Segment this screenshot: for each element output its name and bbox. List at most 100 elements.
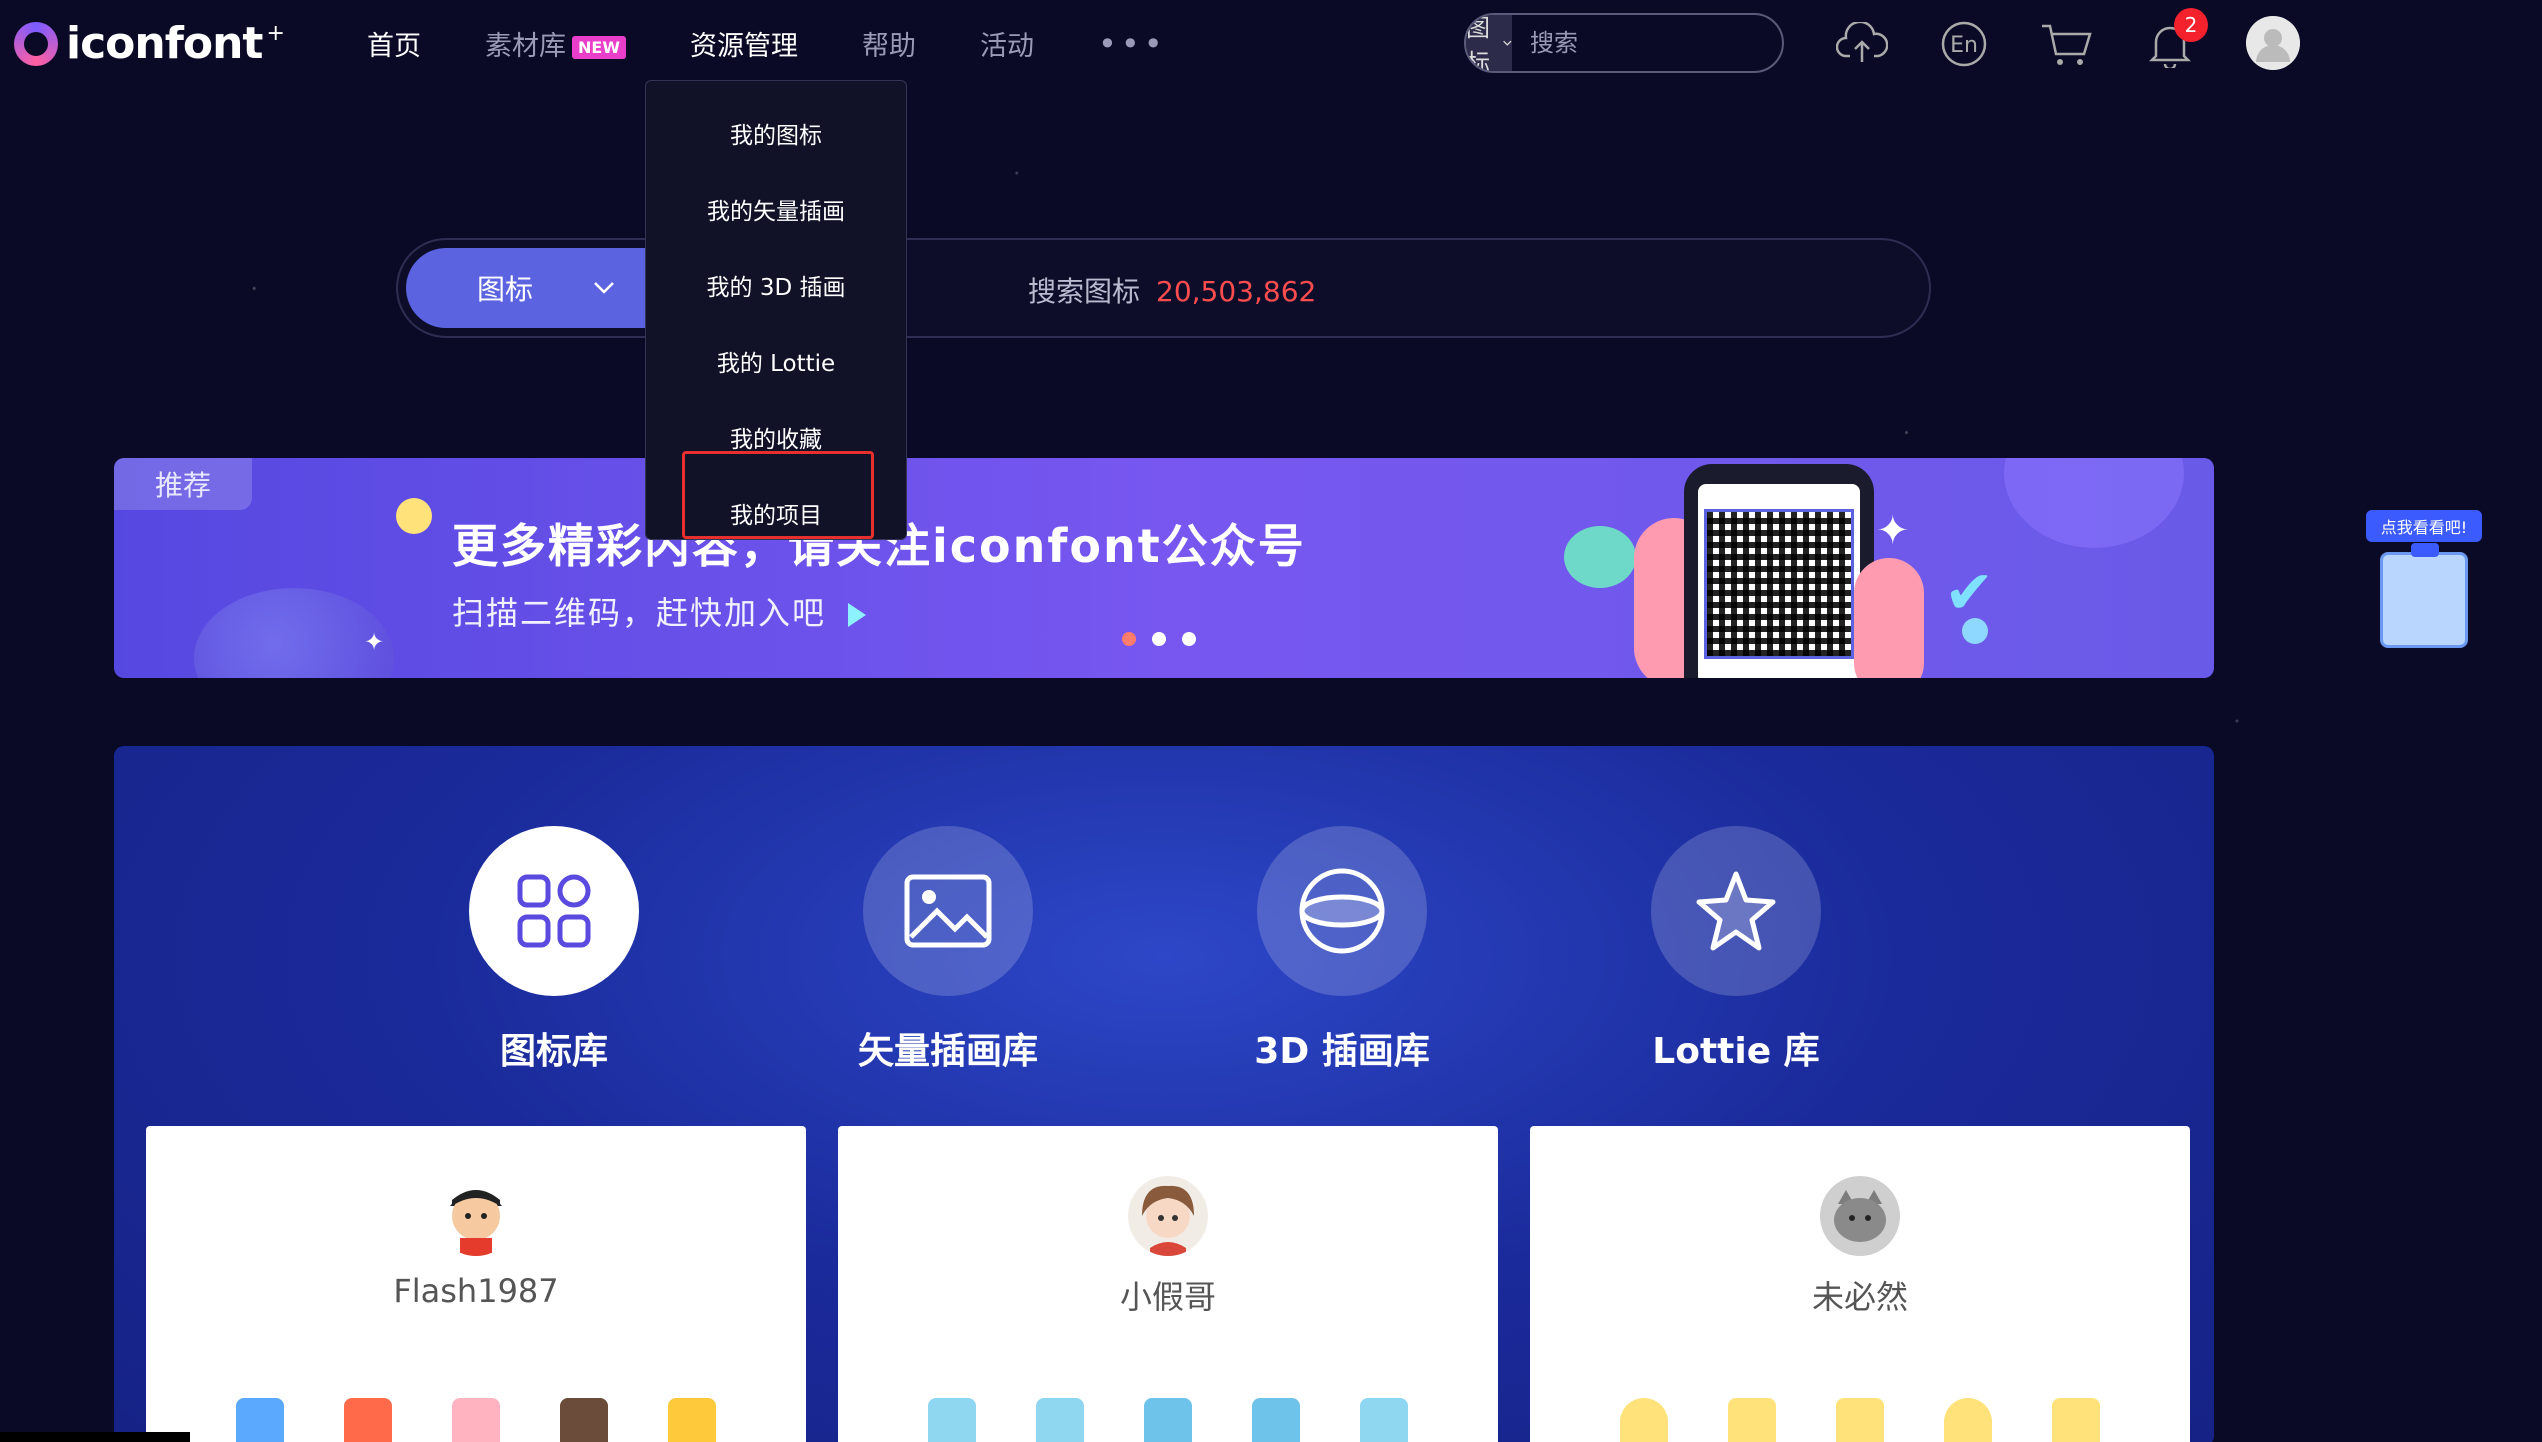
sphere-icon	[1257, 826, 1427, 996]
nav-materials-label: 素材库	[485, 31, 566, 62]
upload-cloud-icon[interactable]	[1836, 18, 1888, 70]
icon-preview-row	[838, 1398, 1498, 1442]
new-badge: NEW	[572, 36, 626, 59]
carousel-dot[interactable]	[1182, 632, 1196, 646]
sparkle-icon: ✦	[364, 628, 385, 656]
svg-text:En: En	[1950, 33, 1978, 58]
location-icon	[1944, 1398, 1992, 1442]
library-3d-illustrations[interactable]: 3D 插画库	[1212, 826, 1472, 1074]
library-label: 图标库	[499, 1031, 608, 1072]
clipboard-icon	[2380, 543, 2468, 648]
logo-mark-icon	[14, 21, 58, 66]
recommend-tag: 推荐	[114, 458, 252, 510]
library-label: Lottie 库	[1652, 1031, 1820, 1072]
designer-card[interactable]: Flash1987	[146, 1126, 806, 1442]
fingerprint-icon	[928, 1398, 976, 1442]
main-search-type-select[interactable]: 图标	[406, 248, 686, 328]
feedback-tag: 点我看看吧!	[2366, 510, 2482, 542]
nav-resource-management[interactable]: 资源管理	[690, 24, 798, 63]
qr-code	[1704, 509, 1854, 659]
certificate-icon	[1360, 1398, 1408, 1442]
banner-subtitle: 扫描二维码，赶快加入吧	[452, 588, 867, 634]
sparkle-icon: ✦	[1876, 508, 1910, 554]
library-label: 3D 插画库	[1254, 1031, 1430, 1072]
star-icon	[1651, 826, 1821, 996]
hand-illustration	[1854, 558, 1924, 678]
main-search-hint-text: 搜索图标	[1028, 275, 1141, 308]
menu-item-my-lottie[interactable]: 我的 Lottie	[646, 323, 906, 399]
menu-item-my-favorites[interactable]: 我的收藏	[646, 399, 906, 475]
search-input[interactable]	[1512, 29, 1782, 57]
main-search-type-label: 图标	[476, 273, 533, 306]
icon-total-count: 20,503,862	[1156, 275, 1317, 308]
brand-logo[interactable]: iconfont +	[14, 18, 285, 69]
library-panel: 图标库 矢量插画库 3D 插画库 Lottie 库 Flash1987 小假哥 …	[114, 746, 2214, 1442]
grid-icon	[469, 826, 639, 996]
language-icon[interactable]: En	[1938, 18, 1990, 70]
carousel-dots	[1122, 632, 1196, 646]
search-type-label: 图标	[1466, 14, 1490, 73]
nav-activity[interactable]: 活动	[980, 24, 1034, 63]
bottom-edge-bar	[0, 1432, 190, 1442]
more-icon[interactable]: •••	[1098, 25, 1167, 63]
device-icon	[2052, 1398, 2100, 1442]
nav-materials[interactable]: 素材库 NEW	[485, 24, 626, 63]
nav-help[interactable]: 帮助	[862, 24, 916, 63]
resource-management-dropdown: 我的图标 我的矢量插画 我的 3D 插画 我的 Lottie 我的收藏 我的项目	[645, 80, 907, 540]
designer-name: 未必然	[1811, 1278, 1908, 1316]
verified-icon	[1252, 1398, 1300, 1442]
cup-icon	[1836, 1398, 1884, 1442]
banner-subtitle-text: 扫描二维码，赶快加入吧	[452, 594, 827, 632]
designer-name: 小假哥	[1119, 1278, 1216, 1316]
menu-item-my-icons[interactable]: 我的图标	[646, 95, 906, 171]
designer-avatar	[1820, 1176, 1900, 1256]
image-icon	[863, 826, 1033, 996]
designer-card[interactable]: 未必然	[1530, 1126, 2190, 1442]
cup-icon	[236, 1398, 284, 1442]
user-avatar[interactable]	[2246, 16, 2300, 70]
top-header: iconfont + 首页 素材库 NEW 资源管理 帮助 活动 ••• 图标 E…	[0, 0, 2542, 88]
notification-bell-icon[interactable]: 2	[2144, 8, 2208, 70]
phone-illustration	[1684, 464, 1874, 678]
food-icon	[560, 1398, 608, 1442]
designer-avatar	[436, 1176, 516, 1256]
notification-count-badge: 2	[2174, 8, 2208, 42]
brand-name: iconfont	[66, 18, 263, 69]
library-vector-illustrations[interactable]: 矢量插画库	[818, 826, 1078, 1074]
brand-plus: +	[266, 21, 285, 46]
carousel-dot[interactable]	[1122, 632, 1136, 646]
chat-icon	[1728, 1398, 1776, 1442]
phone-screen	[1698, 484, 1860, 678]
cart-icon[interactable]	[2040, 18, 2092, 70]
planet-decoration	[2004, 458, 2184, 548]
library-label: 矢量插画库	[857, 1031, 1038, 1072]
chevron-down-icon	[1503, 40, 1512, 46]
menu-item-my-3d-illustrations[interactable]: 我的 3D 插画	[646, 247, 906, 323]
main-search-hint: 搜索图标 20,503,862	[1028, 270, 1316, 310]
designer-avatar	[1128, 1176, 1208, 1256]
designer-name: Flash1987	[393, 1272, 559, 1310]
smiley-icon	[396, 498, 432, 534]
main-search-bar[interactable]: 图标 搜索图标 20,503,862	[396, 238, 1931, 338]
menu-item-my-projects[interactable]: 我的项目	[646, 475, 906, 551]
library-icons[interactable]: 图标库	[424, 826, 684, 1074]
promo-banner[interactable]: 推荐 更多精彩内容，请关注iconfont公众号 扫描二维码，赶快加入吧 ✦ ✦…	[114, 458, 2214, 678]
main-nav: 首页 素材库 NEW 资源管理 帮助 活动 •••	[367, 24, 1167, 63]
drink-icon	[452, 1398, 500, 1442]
carousel-dot[interactable]	[1152, 632, 1166, 646]
fries-icon	[344, 1398, 392, 1442]
verified-icon	[1144, 1398, 1192, 1442]
search-type-select[interactable]: 图标	[1466, 15, 1512, 71]
library-lottie[interactable]: Lottie 库	[1606, 826, 1866, 1074]
checkmark-icon: ✔	[1944, 558, 1995, 628]
designer-card[interactable]: 小假哥	[838, 1126, 1498, 1442]
nav-home[interactable]: 首页	[367, 24, 421, 63]
icon-preview-row	[146, 1398, 806, 1442]
moon-icon	[1620, 1398, 1668, 1442]
header-search: 图标	[1464, 13, 1784, 73]
wechat-icon	[1564, 526, 1636, 588]
menu-item-my-vector-illustrations[interactable]: 我的矢量插画	[646, 171, 906, 247]
play-arrow-icon	[848, 603, 867, 627]
id-card-icon	[1036, 1398, 1084, 1442]
feedback-float-widget[interactable]: 点我看看吧!	[2366, 510, 2482, 648]
